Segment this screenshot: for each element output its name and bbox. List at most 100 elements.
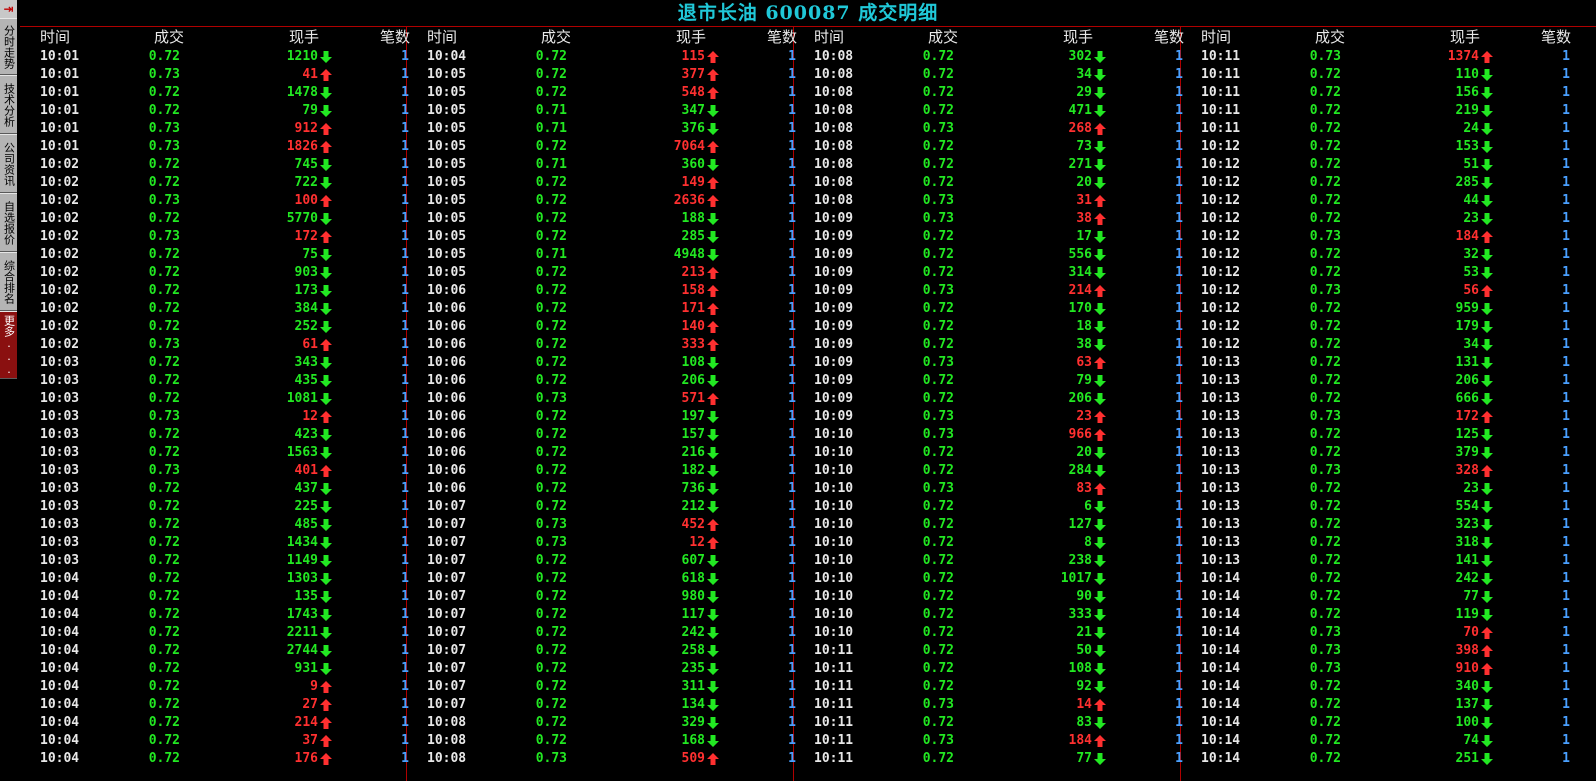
trade-row: 10:09 0.73 23 1: [794, 408, 1188, 426]
tab-company-info[interactable]: 公司资讯: [0, 134, 17, 193]
trade-row: 10:03 0.72 435 1: [20, 372, 414, 390]
trade-count: 1: [1562, 211, 1570, 226]
arrow-down-icon: [1094, 48, 1106, 66]
arrow-up-icon: [1094, 192, 1106, 210]
trade-row: 10:08 0.73 509 1: [407, 750, 801, 768]
arrow-up-icon: [707, 192, 719, 210]
trade-volume: 176: [294, 751, 318, 766]
arrow-down-icon: [320, 516, 332, 534]
tab-watchlist[interactable]: 自选报价: [0, 193, 17, 252]
trade-count: 1: [1562, 337, 1570, 352]
trade-volume: 31: [1076, 193, 1092, 208]
trade-price: 0.72: [922, 607, 954, 622]
trade-row: 10:12 0.72 34 1: [1181, 336, 1575, 354]
tab-intraday[interactable]: 分时走势: [0, 18, 17, 75]
trade-time: 10:03: [40, 553, 80, 568]
trade-price: 0.72: [922, 589, 954, 604]
trade-time: 10:02: [40, 193, 80, 208]
trade-price: 0.72: [922, 679, 954, 694]
trade-volume: 108: [681, 355, 705, 370]
arrow-down-icon: [1481, 318, 1493, 336]
trade-volume: 90: [1076, 589, 1092, 604]
arrow-up-icon: [707, 282, 719, 300]
arrow-down-icon: [320, 48, 332, 66]
trade-volume: 115: [681, 49, 705, 64]
trade-time: 10:05: [427, 247, 467, 262]
trade-row: 10:12 0.72 51 1: [1181, 156, 1575, 174]
trade-count: 1: [1562, 445, 1570, 460]
arrow-down-icon: [707, 156, 719, 174]
trade-volume: 212: [681, 499, 705, 514]
trade-time: 10:14: [1201, 607, 1241, 622]
tab-ranking[interactable]: 综合排名: [0, 252, 17, 311]
trade-row: 10:11 0.72 110 1: [1181, 66, 1575, 84]
arrow-up-icon: [320, 66, 332, 84]
header-volume: 现手: [288, 28, 319, 46]
trade-row: 10:03 0.72 225 1: [20, 498, 414, 516]
trade-row: 10:07 0.73 452 1: [407, 516, 801, 534]
trade-row: 10:02 0.73 61 1: [20, 336, 414, 354]
trade-volume: 92: [1076, 679, 1092, 694]
trade-time: 10:08: [427, 751, 467, 766]
trade-time: 10:01: [40, 85, 80, 100]
trade-count: 1: [1562, 625, 1570, 640]
trade-price: 0.73: [922, 193, 954, 208]
arrow-down-icon: [1094, 606, 1106, 624]
arrow-down-icon: [1094, 624, 1106, 642]
trade-row: 10:14 0.72 137 1: [1181, 696, 1575, 714]
trade-price: 0.72: [1309, 373, 1341, 388]
trade-row: 10:14 0.72 242 1: [1181, 570, 1575, 588]
arrow-down-icon: [1094, 102, 1106, 120]
exit-icon[interactable]: ⇥: [0, 0, 17, 18]
trade-price: 0.72: [1309, 391, 1341, 406]
trade-volume: 168: [681, 733, 705, 748]
trade-row: 10:02 0.72 745 1: [20, 156, 414, 174]
arrow-down-icon: [1481, 534, 1493, 552]
arrow-down-icon: [1481, 192, 1493, 210]
trade-row: 10:13 0.72 141 1: [1181, 552, 1575, 570]
arrow-down-icon: [707, 606, 719, 624]
trade-volume: 119: [1455, 607, 1479, 622]
trade-volume: 171: [681, 301, 705, 316]
trade-time: 10:14: [1201, 715, 1241, 730]
trade-time: 10:11: [814, 643, 854, 658]
trade-price: 0.72: [1309, 103, 1341, 118]
trade-price: 0.72: [148, 643, 180, 658]
trade-volume: 1374: [1447, 49, 1479, 64]
arrow-up-icon: [1094, 282, 1106, 300]
trade-time: 10:10: [814, 499, 854, 514]
trade-row: 10:11 0.72 77 1: [794, 750, 1188, 768]
trade-price: 0.73: [1309, 643, 1341, 658]
trade-volume: 79: [1076, 373, 1092, 388]
trade-time: 10:06: [427, 391, 467, 406]
trade-price: 0.72: [148, 319, 180, 334]
trade-price: 0.72: [535, 481, 567, 496]
arrow-up-icon: [1094, 426, 1106, 444]
trade-time: 10:11: [1201, 49, 1241, 64]
trade-row: 10:09 0.72 18 1: [794, 318, 1188, 336]
trade-volume: 157: [681, 427, 705, 442]
trade-price: 0.72: [1309, 445, 1341, 460]
trade-volume: 117: [681, 607, 705, 622]
trade-volume: 1210: [286, 49, 318, 64]
trade-time: 10:13: [1201, 391, 1241, 406]
tab-technical[interactable]: 技术分析: [0, 75, 17, 134]
trade-time: 10:01: [40, 121, 80, 136]
trade-volume: 34: [1463, 337, 1479, 352]
trade-price: 0.72: [922, 139, 954, 154]
trade-time: 10:12: [1201, 283, 1241, 298]
trade-volume: 12: [302, 409, 318, 424]
trade-row: 10:05 0.71 4948 1: [407, 246, 801, 264]
arrow-down-icon: [707, 426, 719, 444]
trade-row: 10:12 0.72 44 1: [1181, 192, 1575, 210]
trade-row: 10:01 0.72 1478 1: [20, 84, 414, 102]
trade-row: 10:04 0.72 27 1: [20, 696, 414, 714]
trade-price: 0.72: [148, 175, 180, 190]
trade-count: 1: [1562, 607, 1570, 622]
trade-row: 10:03 0.72 423 1: [20, 426, 414, 444]
trade-volume: 197: [681, 409, 705, 424]
tab-more[interactable]: 更多...: [0, 311, 17, 379]
trade-price: 0.72: [922, 67, 954, 82]
arrow-up-icon: [1481, 282, 1493, 300]
trade-row: 10:06 0.72 158 1: [407, 282, 801, 300]
